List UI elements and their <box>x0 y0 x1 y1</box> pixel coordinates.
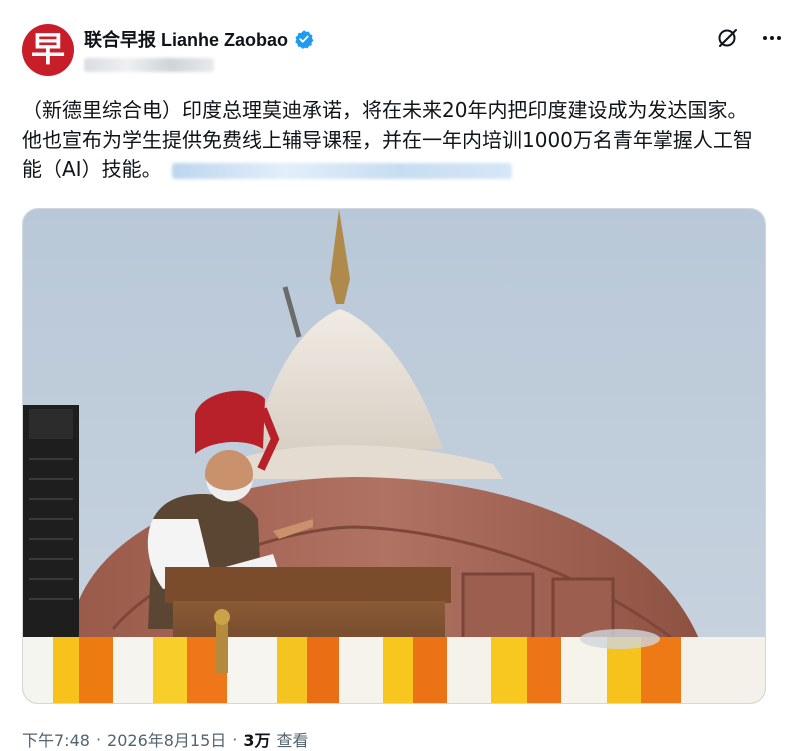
more-icon[interactable] <box>760 26 784 50</box>
avatar-logo: 早 <box>31 30 65 70</box>
author-handle-redacted <box>84 58 214 72</box>
avatar[interactable]: 早 <box>22 24 74 76</box>
post-header: 早 联合早报 Lianhe Zaobao <box>22 22 784 78</box>
footer-separator: · <box>95 729 102 749</box>
post-footer: 下午7:48 · 2026年8月15日 · 3万 查看 <box>22 727 309 751</box>
views-label: 查看 <box>276 731 309 750</box>
footer-separator: · <box>232 729 238 749</box>
photo-illustration <box>23 209 765 703</box>
author-display-name[interactable]: 联合早报 Lianhe Zaobao <box>84 26 288 52</box>
post-link-redacted[interactable] <box>171 162 512 179</box>
post-text-container: （新德里综合电）印度总理莫迪承诺，将在未来20年内把印度建设成为发达国家。他也宣… <box>22 96 762 185</box>
author-name-line: 联合早报 Lianhe Zaobao <box>84 26 314 52</box>
header-actions <box>716 26 784 50</box>
post-date[interactable]: 2026年8月15日 <box>107 727 226 751</box>
views-count: 3万 <box>243 731 271 750</box>
verified-badge-icon <box>294 29 314 49</box>
post-time[interactable]: 下午7:48 <box>22 727 90 751</box>
grok-icon[interactable] <box>716 26 740 50</box>
post-photo[interactable] <box>22 208 766 704</box>
